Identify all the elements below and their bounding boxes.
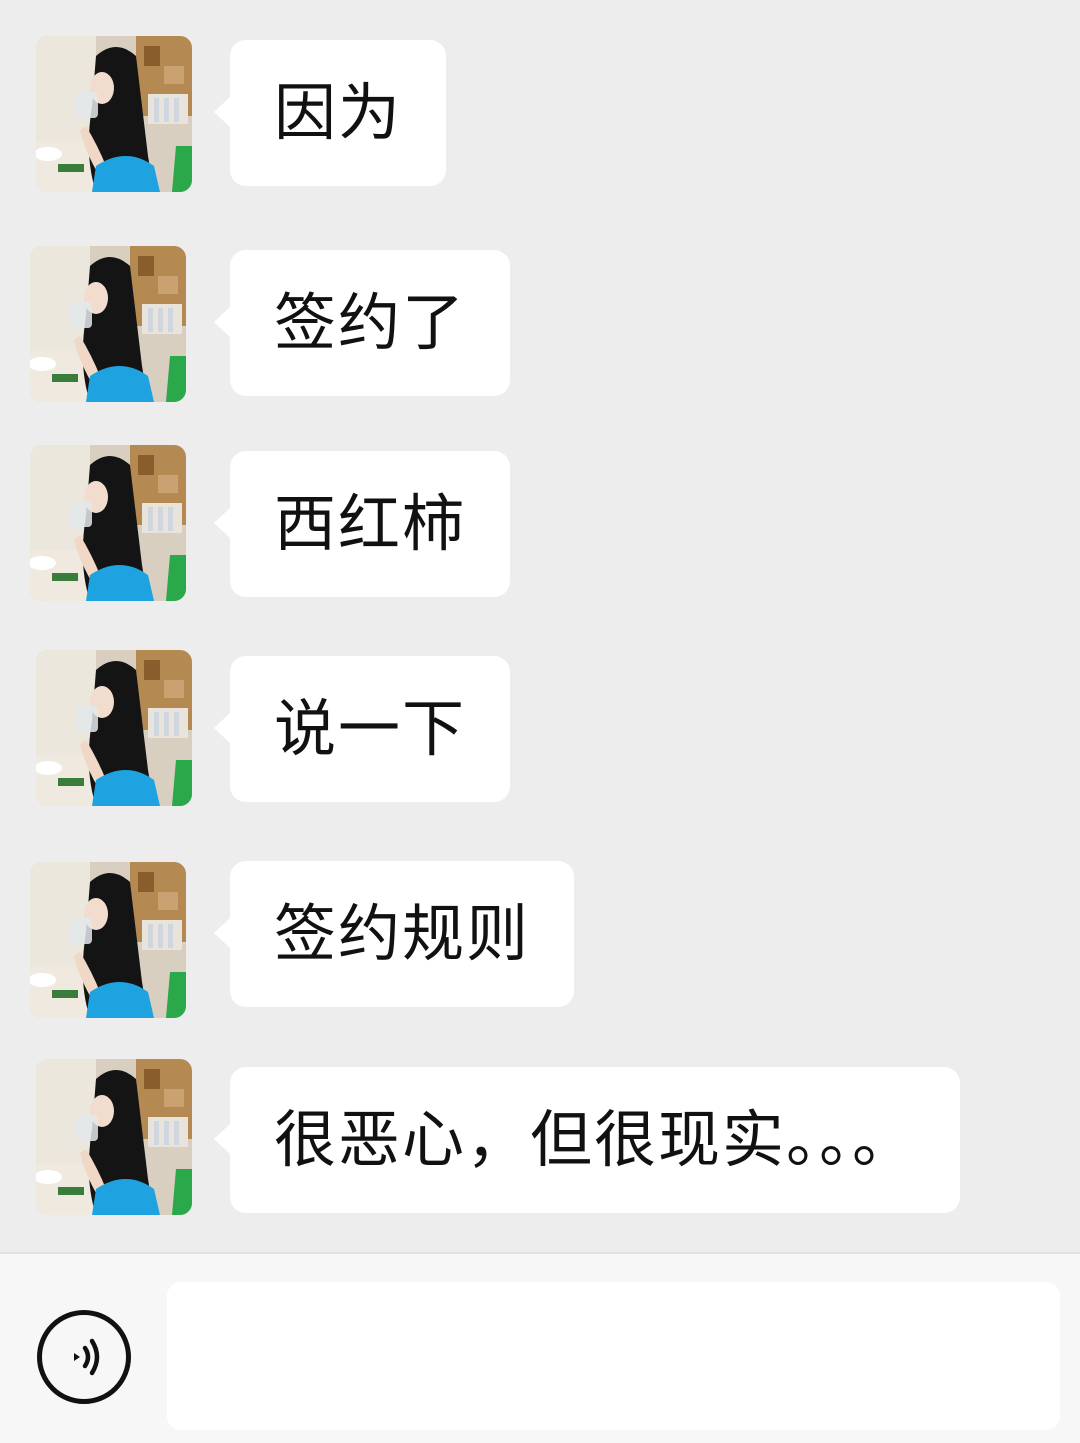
avatar-image bbox=[36, 36, 192, 192]
contact-avatar[interactable] bbox=[36, 36, 192, 192]
message-text: 签约了 bbox=[274, 286, 467, 359]
message-bubble[interactable]: 西红柿 bbox=[213, 451, 511, 597]
message-bubble[interactable]: 因为 bbox=[213, 40, 447, 186]
message-row: 说一下 bbox=[0, 650, 1080, 810]
voice-icon bbox=[74, 1338, 100, 1376]
avatar-image bbox=[30, 862, 186, 1018]
message-row: 签约规则 bbox=[0, 861, 1080, 1022]
message-row: 签约了 bbox=[0, 246, 1080, 406]
avatar-image bbox=[30, 445, 186, 601]
avatar-image bbox=[30, 246, 186, 402]
voice-button[interactable] bbox=[37, 1310, 131, 1404]
message-text: 说一下 bbox=[274, 692, 467, 765]
message-bubble[interactable]: 说一下 bbox=[213, 656, 511, 802]
contact-avatar[interactable] bbox=[30, 445, 186, 601]
message-text: 签约规则 bbox=[274, 897, 531, 970]
avatar-image bbox=[36, 1059, 192, 1215]
message-row: 很恶心，但很现实。。。 bbox=[0, 1059, 1080, 1219]
message-row: 因为 bbox=[0, 36, 1080, 196]
contact-avatar[interactable] bbox=[36, 1059, 192, 1215]
input-bar bbox=[0, 1252, 1080, 1443]
message-text: 西红柿 bbox=[274, 487, 467, 560]
message-input[interactable] bbox=[167, 1282, 1060, 1430]
message-bubble[interactable]: 很恶心，但很现实。。。 bbox=[213, 1067, 961, 1213]
message-text: 很恶心，但很现实。。。 bbox=[274, 1103, 917, 1176]
contact-avatar[interactable] bbox=[30, 862, 186, 1018]
message-text: 因为 bbox=[274, 76, 403, 149]
message-bubble[interactable]: 签约了 bbox=[213, 250, 511, 396]
message-bubble[interactable]: 签约规则 bbox=[213, 861, 575, 1007]
message-row: 西红柿 bbox=[0, 445, 1080, 605]
chat-area: 因为 签约了 西红柿 说一下 签约规则 很恶心，但很现实。。。 bbox=[0, 0, 1080, 1252]
contact-avatar[interactable] bbox=[36, 650, 192, 806]
avatar-image bbox=[36, 650, 192, 806]
contact-avatar[interactable] bbox=[30, 246, 186, 402]
